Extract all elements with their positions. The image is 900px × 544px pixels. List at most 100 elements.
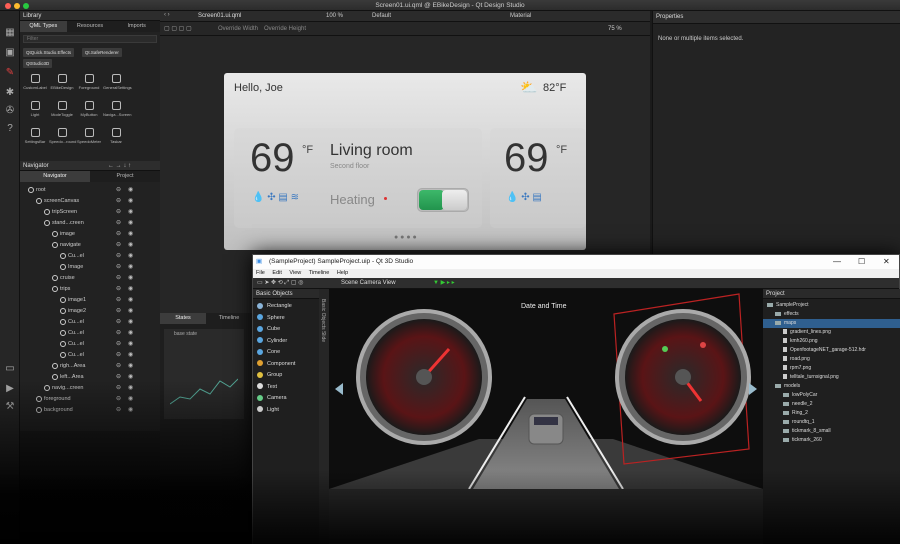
visibility-eye-icon[interactable]: ◉ — [128, 306, 133, 317]
living-room-card[interactable]: 69 °F Living room Second floor 💧 ✣ ▤ ≋ H… — [234, 128, 482, 228]
transform-tools-icon[interactable]: ▭ ➤ ✥ ⟲ ⤢ ▢ ◎ — [257, 279, 303, 287]
navigator-item[interactable]: Cu...el ⊖ ◉ — [20, 350, 160, 361]
navigator-item[interactable]: image ⊖ ◉ — [20, 229, 160, 240]
project-item[interactable]: roundtq_1 — [763, 418, 900, 427]
override-height-field[interactable]: Override Height — [264, 26, 306, 32]
navigator-item[interactable]: trips ⊖ ◉ — [20, 284, 160, 295]
navigator-item[interactable]: Image ⊖ ◉ — [20, 262, 160, 273]
visibility-eye-icon[interactable]: ◉ — [128, 295, 133, 306]
alias-toggle-icon[interactable]: ⊖ — [116, 350, 121, 361]
project-item[interactable]: tickmark_260 — [763, 436, 900, 445]
projects-mode-icon[interactable]: ✇ — [4, 105, 16, 117]
library-component[interactable]: ModeToggle — [49, 98, 75, 122]
visibility-eye-icon[interactable]: ◉ — [128, 273, 133, 284]
tab-imports[interactable]: Imports — [113, 21, 160, 32]
alias-toggle-icon[interactable]: ⊖ — [116, 207, 121, 218]
page-indicator[interactable]: ● ● ● ● — [394, 234, 417, 241]
visibility-eye-icon[interactable]: ◉ — [128, 196, 133, 207]
basic-object-item[interactable]: Text — [257, 382, 277, 393]
scene-viewport[interactable]: Date and Time — [329, 289, 763, 489]
climate-icons[interactable]: 💧 ✣ ▤ ≋ — [252, 192, 299, 203]
override-width-field[interactable]: Override Width — [218, 26, 258, 32]
project-item[interactable]: gradient_lines.png — [763, 328, 900, 337]
visibility-eye-icon[interactable]: ◉ — [128, 262, 133, 273]
alias-toggle-icon[interactable]: ⊖ — [116, 262, 121, 273]
navigator-item[interactable]: Cu...el ⊖ ◉ — [20, 339, 160, 350]
module-button[interactable]: QtStudio3D — [23, 59, 53, 68]
style-select[interactable]: Default — [372, 13, 391, 19]
basic-object-item[interactable]: Group — [257, 370, 282, 381]
project-item[interactable]: SampleProject — [763, 301, 900, 310]
project-item[interactable]: needle_2 — [763, 400, 900, 409]
alias-toggle-icon[interactable]: ⊖ — [116, 185, 121, 196]
nav-back-icon[interactable]: ‹ › — [164, 12, 170, 18]
visibility-eye-icon[interactable]: ◉ — [128, 328, 133, 339]
project-item[interactable]: effects — [763, 310, 900, 319]
alias-toggle-icon[interactable]: ⊖ — [116, 328, 121, 339]
zoom-select[interactable]: 100 % — [326, 13, 343, 19]
navigator-item[interactable]: tripScreen ⊖ ◉ — [20, 207, 160, 218]
project-item[interactable]: road.png — [763, 355, 900, 364]
navigator-item[interactable]: Cu...el ⊖ ◉ — [20, 317, 160, 328]
navigator-item[interactable]: image1 ⊖ ◉ — [20, 295, 160, 306]
navigator-item[interactable]: Cu...el ⊖ ◉ — [20, 328, 160, 339]
file-name[interactable]: Screen01.ui.qml — [198, 13, 241, 19]
basic-object-item[interactable]: Sphere — [257, 313, 285, 324]
visibility-eye-icon[interactable]: ◉ — [128, 361, 133, 372]
library-component[interactable]: Speedo...round — [49, 125, 76, 149]
navigator-item[interactable]: navigate ⊖ ◉ — [20, 240, 160, 251]
theme-select[interactable]: Material — [510, 13, 531, 19]
library-component[interactable]: Taskar — [103, 125, 129, 149]
visibility-eye-icon[interactable]: ◉ — [128, 339, 133, 350]
navigator-item[interactable]: screenCanvas ⊖ ◉ — [20, 196, 160, 207]
tab-qml-types[interactable]: QML Types — [20, 21, 67, 32]
alias-toggle-icon[interactable]: ⊖ — [116, 251, 121, 262]
tab-timeline[interactable]: Timeline — [206, 313, 252, 324]
heating-toggle[interactable] — [417, 188, 469, 212]
visibility-eye-icon[interactable]: ◉ — [128, 284, 133, 295]
project-item[interactable]: Ring_2 — [763, 409, 900, 418]
library-component[interactable] — [130, 125, 156, 149]
zoom2-select[interactable]: 75 % — [608, 26, 622, 32]
minimize-button[interactable] — [14, 3, 20, 9]
visibility-eye-icon[interactable]: ◉ — [128, 218, 133, 229]
navigator-item[interactable]: root ⊖ ◉ — [20, 185, 160, 196]
device-icon[interactable]: ▭ — [4, 363, 16, 375]
library-component[interactable]: SpeedoMeter — [76, 125, 102, 149]
edit-mode-icon[interactable]: ▣ — [4, 47, 16, 59]
library-component[interactable]: CustomLabel — [22, 71, 48, 95]
selection-tools-icon[interactable]: ▢ ▢ ▢ ▢ — [164, 25, 192, 32]
debug-mode-icon[interactable]: ✱ — [4, 87, 16, 99]
alias-toggle-icon[interactable]: ⊖ — [116, 218, 121, 229]
library-component[interactable]: EBikeDesign — [49, 71, 75, 95]
studio3d-maximize-icon[interactable]: ☐ — [858, 255, 865, 269]
navigator-arrows-icon[interactable]: ← → ↓ ↑ — [108, 161, 131, 171]
close-button[interactable] — [5, 3, 11, 9]
zoom-button[interactable] — [23, 3, 29, 9]
studio3d-close-icon[interactable]: ✕ — [883, 255, 890, 269]
library-component[interactable]: GeneralSettings — [103, 71, 132, 95]
menu-file[interactable]: File — [256, 270, 265, 276]
tab-states[interactable]: States — [160, 313, 206, 324]
second-room-card[interactable]: 69 °F 💧 ✣ ▤ — [490, 128, 586, 228]
library-component[interactable]: MyButton — [76, 98, 102, 122]
alias-toggle-icon[interactable]: ⊖ — [116, 306, 121, 317]
alias-toggle-icon[interactable]: ⊖ — [116, 295, 121, 306]
project-item[interactable]: telltale_turnsignal.png — [763, 373, 900, 382]
alias-toggle-icon[interactable]: ⊖ — [116, 240, 121, 251]
navigator-item[interactable]: cruise ⊖ ◉ — [20, 273, 160, 284]
basic-object-item[interactable]: Light — [257, 405, 279, 416]
visibility-eye-icon[interactable]: ◉ — [128, 240, 133, 251]
project-item[interactable]: models — [763, 382, 900, 391]
climate2-icons[interactable]: 💧 ✣ ▤ — [506, 192, 542, 203]
navigator-item[interactable]: image2 ⊖ ◉ — [20, 306, 160, 317]
visibility-eye-icon[interactable]: ◉ — [128, 317, 133, 328]
navigator-item[interactable]: stand...creen ⊖ ◉ — [20, 218, 160, 229]
basic-object-item[interactable]: Rectangle — [257, 301, 292, 312]
project-item[interactable]: kmh260.png — [763, 337, 900, 346]
library-component[interactable]: SettingsBar — [22, 125, 48, 149]
help-mode-icon[interactable]: ? — [4, 123, 16, 135]
visibility-eye-icon[interactable]: ◉ — [128, 185, 133, 196]
alias-toggle-icon[interactable]: ⊖ — [116, 284, 121, 295]
basic-object-item[interactable]: Component — [257, 359, 295, 370]
